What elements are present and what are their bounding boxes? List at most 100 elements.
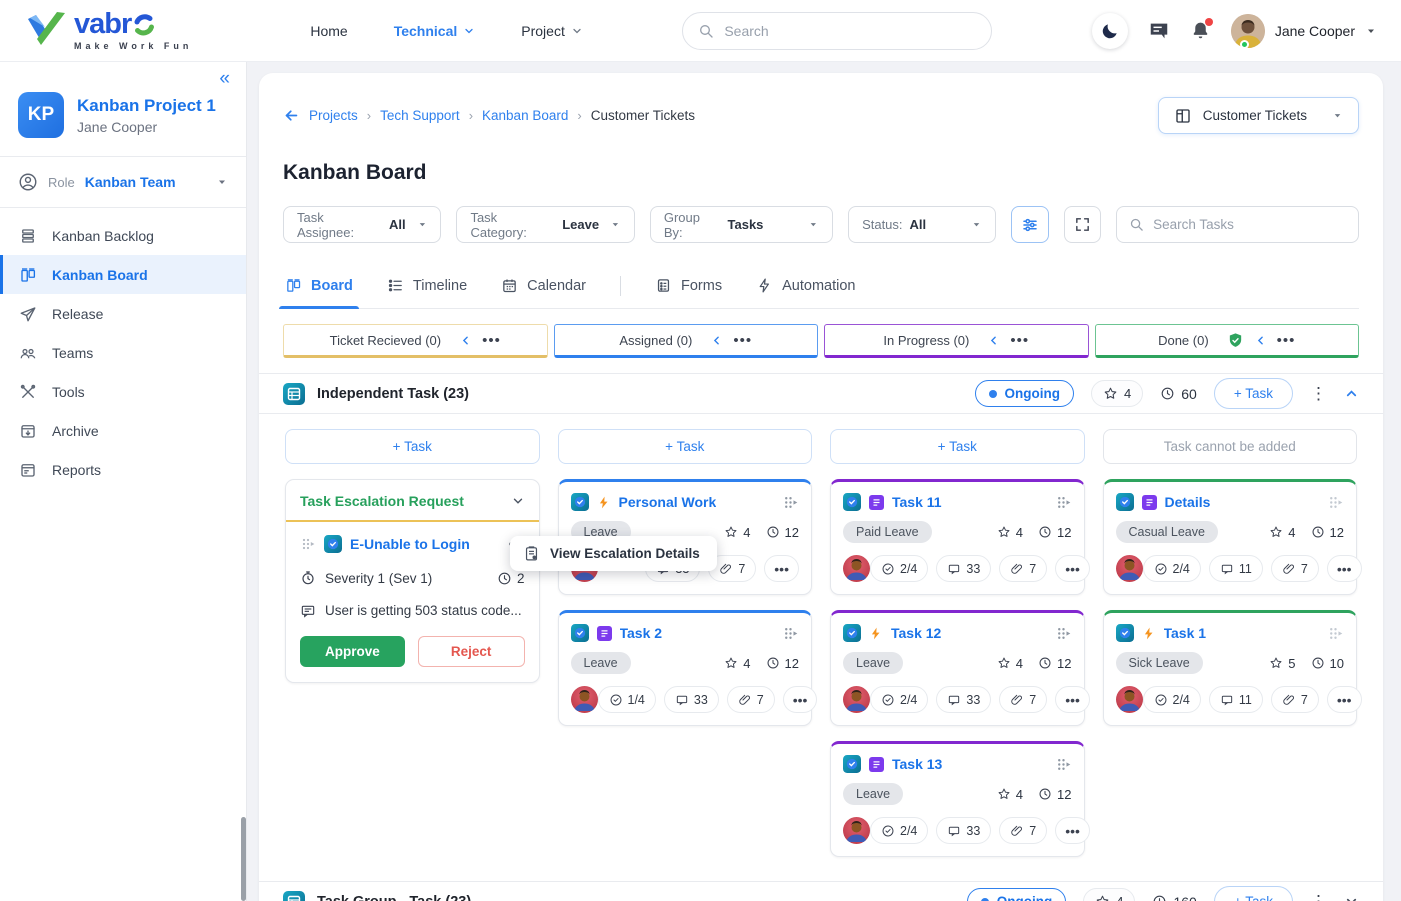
sidebar-collapse-button[interactable]: « — [219, 68, 230, 90]
attachments-chip[interactable]: 7 — [1271, 686, 1319, 713]
tab-calendar[interactable]: Calendar — [501, 263, 586, 308]
column-more-button[interactable]: ••• — [733, 333, 752, 348]
breadcrumb-kanban-board[interactable]: Kanban Board — [482, 108, 568, 123]
comments-chip[interactable]: 11 — [1209, 686, 1263, 713]
tab-automation[interactable]: Automation — [756, 263, 855, 308]
user-menu[interactable]: Jane Cooper — [1231, 14, 1377, 48]
drag-handle-icon[interactable] — [782, 625, 799, 642]
task-title[interactable]: Details — [1165, 494, 1211, 510]
nav-technical[interactable]: Technical — [394, 23, 476, 39]
back-arrow-icon[interactable] — [283, 107, 300, 124]
sidebar-item-kanban-backlog[interactable]: Kanban Backlog — [0, 216, 246, 255]
card-more-button[interactable]: ••• — [1055, 686, 1090, 713]
tab-timeline[interactable]: Timeline — [387, 263, 467, 308]
group-add-task-button[interactable]: + Task — [1214, 378, 1293, 409]
escalation-card[interactable]: Task Escalation Request E-Unable to Logi… — [285, 479, 540, 683]
task-title[interactable]: Task 11 — [892, 494, 942, 510]
checklist-chip[interactable]: 2/4 — [1143, 686, 1201, 713]
sidebar-item-kanban-board[interactable]: Kanban Board — [0, 255, 246, 294]
task-title[interactable]: Task 1 — [1164, 625, 1207, 641]
task-title[interactable]: Personal Work — [619, 494, 717, 510]
messages-button[interactable] — [1148, 20, 1170, 42]
attachments-chip[interactable]: 7 — [999, 555, 1047, 582]
card-more-button[interactable]: ••• — [1327, 555, 1362, 582]
chevron-left-icon[interactable] — [459, 334, 472, 347]
card-more-button[interactable]: ••• — [1055, 817, 1090, 844]
drag-handle-icon[interactable] — [1055, 625, 1072, 642]
dark-mode-toggle[interactable] — [1092, 13, 1128, 49]
comments-chip[interactable]: 33 — [936, 555, 991, 582]
checklist-chip[interactable]: 2/4 — [870, 817, 928, 844]
comments-chip[interactable]: 33 — [664, 686, 719, 713]
task-card-task-12[interactable]: Task 12 Leave 4 12 — [830, 610, 1085, 726]
breadcrumb-tech-support[interactable]: Tech Support — [380, 108, 460, 123]
project-header[interactable]: KP Kanban Project 1 Jane Cooper — [0, 62, 246, 156]
role-selector[interactable]: Role Kanban Team — [0, 157, 246, 207]
comments-chip[interactable]: 33 — [936, 686, 991, 713]
board-selector-dropdown[interactable]: Customer Tickets — [1158, 97, 1359, 134]
search-input[interactable] — [724, 23, 976, 39]
nav-project[interactable]: Project — [521, 23, 583, 39]
column-more-button[interactable]: ••• — [1010, 333, 1029, 348]
chevron-up-icon[interactable] — [1344, 386, 1359, 401]
filter-status[interactable]: Status: All — [848, 206, 996, 243]
card-more-button[interactable]: ••• — [1055, 555, 1090, 582]
sidebar-item-archive[interactable]: Archive — [0, 411, 246, 450]
sidebar-item-tools[interactable]: Tools — [0, 372, 246, 411]
filter-group-by[interactable]: Group By: Tasks — [650, 206, 833, 243]
reject-button[interactable]: Reject — [418, 636, 525, 667]
sidebar-item-teams[interactable]: Teams — [0, 333, 246, 372]
nav-home[interactable]: Home — [310, 23, 347, 39]
column-more-button[interactable]: ••• — [482, 333, 501, 348]
attachments-chip[interactable]: 7 — [999, 817, 1047, 844]
comments-chip[interactable]: 33 — [936, 817, 991, 844]
sidebar-item-reports[interactable]: Reports — [0, 450, 246, 489]
task-title[interactable]: Task 12 — [891, 625, 941, 641]
drag-handle-icon[interactable] — [1055, 756, 1072, 773]
add-task-button[interactable]: + Task — [558, 429, 813, 464]
task-card-task-2[interactable]: Task 2 Leave 4 12 — [558, 610, 813, 726]
tab-forms[interactable]: Forms — [655, 263, 722, 308]
task-card-task-1[interactable]: Task 1 Sick Leave 5 10 — [1103, 610, 1358, 726]
checklist-chip[interactable]: 2/4 — [1143, 555, 1201, 582]
breadcrumb-projects[interactable]: Projects — [309, 108, 358, 123]
add-task-button[interactable]: + Task — [285, 429, 540, 464]
chevron-left-icon[interactable] — [710, 334, 723, 347]
chevron-down-icon[interactable] — [1344, 894, 1359, 901]
chevron-left-icon[interactable] — [1254, 334, 1267, 347]
group-more-button[interactable]: ⋮ — [1310, 893, 1327, 901]
checklist-chip[interactable]: 2/4 — [870, 555, 928, 582]
attachments-chip[interactable]: 7 — [1271, 555, 1319, 582]
task-card-details[interactable]: Details Casual Leave 4 12 — [1103, 479, 1358, 595]
sidebar-scrollbar[interactable] — [241, 817, 246, 901]
drag-handle-icon[interactable] — [782, 494, 799, 511]
context-menu-view-escalation[interactable]: View Escalation Details — [510, 536, 717, 571]
filter-settings-button[interactable] — [1011, 206, 1048, 243]
filter-task-assignee[interactable]: Task Assignee: All — [283, 206, 441, 243]
escalation-header[interactable]: Task Escalation Request — [286, 480, 539, 522]
card-more-button[interactable]: ••• — [1327, 686, 1362, 713]
drag-handle-icon[interactable] — [1055, 494, 1072, 511]
filter-task-category[interactable]: Task Category: Leave — [456, 206, 634, 243]
task-search-input[interactable] — [1153, 217, 1346, 232]
card-more-button[interactable]: ••• — [783, 686, 818, 713]
task-card-task-11[interactable]: Task 11 Paid Leave 4 12 — [830, 479, 1085, 595]
drag-handle-icon[interactable] — [300, 536, 316, 552]
vabro-logo[interactable]: vabr Make Work Fun — [24, 9, 192, 53]
comments-chip[interactable]: 11 — [1209, 555, 1263, 582]
group-more-button[interactable]: ⋮ — [1310, 385, 1327, 402]
task-card-task-13[interactable]: Task 13 Leave 4 12 — [830, 741, 1085, 857]
chevron-left-icon[interactable] — [987, 334, 1000, 347]
column-more-button[interactable]: ••• — [1277, 333, 1296, 348]
attachments-chip[interactable]: 7 — [999, 686, 1047, 713]
group-add-task-button[interactable]: + Task — [1214, 886, 1293, 901]
task-title[interactable]: Task 2 — [620, 625, 663, 641]
escalation-task-link[interactable]: E-Unable to Login — [350, 536, 470, 552]
sidebar-item-release[interactable]: Release — [0, 294, 246, 333]
fullscreen-button[interactable] — [1064, 206, 1101, 243]
tab-board[interactable]: Board — [285, 263, 353, 308]
notifications-button[interactable] — [1190, 20, 1211, 41]
add-task-button[interactable]: + Task — [830, 429, 1085, 464]
attachments-chip[interactable]: 7 — [727, 686, 775, 713]
task-title[interactable]: Task 13 — [892, 756, 942, 772]
